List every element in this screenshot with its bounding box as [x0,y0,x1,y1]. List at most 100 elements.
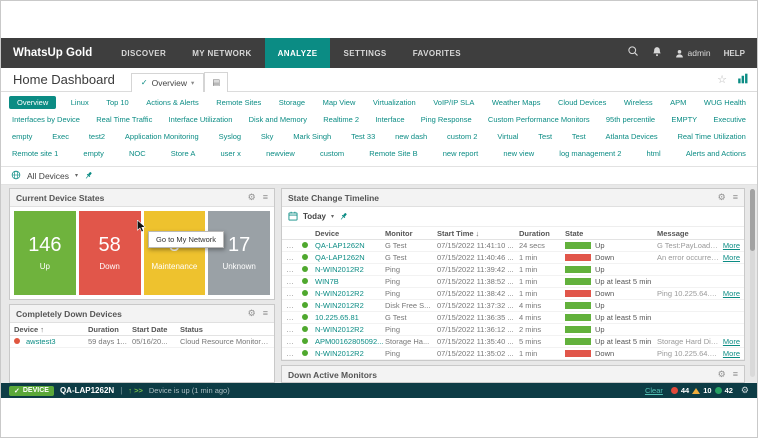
pin-icon[interactable] [84,167,93,185]
timeline-row[interactable]: …N-WIN2012R2Ping07/15/2022 11:39:42 ...1… [282,264,744,276]
timeline-device[interactable]: APM00162805092... [315,337,385,346]
clear-link[interactable]: Clear [645,386,663,395]
timeline-row[interactable]: …QA-LAP1262NG Test07/15/2022 11:40:46 ..… [282,252,744,264]
view-link-noc[interactable]: NOC [126,147,149,160]
view-link-sky[interactable]: Sky [258,130,277,143]
view-link-realtime-2[interactable]: Realtime 2 [320,113,362,126]
panel-menu-icon[interactable]: ≡ [733,370,738,379]
view-link-html[interactable]: html [644,147,664,160]
tab-overview[interactable]: ✓ Overview ▾ [131,73,204,92]
nav-item-favorites[interactable]: FAVORITES [400,38,474,68]
device-badge[interactable]: ✓ DEVICE [9,386,54,396]
view-link-remote-site-1[interactable]: Remote site 1 [9,147,61,160]
view-link-overview[interactable]: Overview [9,96,56,109]
view-link-interface-utilization[interactable]: Interface Utilization [166,113,236,126]
view-link-new-dash[interactable]: new dash [392,130,430,143]
down-device-row[interactable]: awstest359 days 1...05/16/20...Cloud Res… [10,336,274,348]
view-link-wireless[interactable]: Wireless [621,96,656,109]
view-link-remote-site-b[interactable]: Remote Site B [366,147,420,160]
timeline-row[interactable]: …N-WIN2012R2Disk Free S...07/15/2022 11:… [282,300,744,312]
view-link-mark-singh[interactable]: Mark Singh [290,130,334,143]
row-menu-icon[interactable]: … [286,265,302,274]
tile-maintenance[interactable]: 5Maintenance [144,211,206,295]
view-link-custom-2[interactable]: custom 2 [444,130,480,143]
gear-icon[interactable]: ⚙ [718,193,726,202]
more-link[interactable]: More [723,241,740,250]
view-link-atlanta-devices[interactable]: Atlanta Devices [603,130,661,143]
panel-menu-icon[interactable]: ≡ [263,309,268,318]
column-duration[interactable]: Duration [88,325,132,334]
device-group-selector[interactable]: All Devices [27,171,69,181]
view-link-95th-percentile[interactable]: 95th percentile [603,113,658,126]
timeline-device[interactable]: N-WIN2012R2 [315,265,385,274]
row-menu-icon[interactable]: … [286,349,302,358]
settings-gear-icon[interactable]: ⚙ [741,385,749,396]
nav-item-analyze[interactable]: ANALYZE [265,38,331,68]
view-link-newview[interactable]: newview [263,147,298,160]
view-link-ping-response[interactable]: Ping Response [418,113,475,126]
vertical-scrollbar[interactable] [750,189,755,377]
row-menu-icon[interactable]: … [286,253,302,262]
view-link-weather-maps[interactable]: Weather Maps [489,96,544,109]
tile-up[interactable]: 146Up [14,211,76,295]
timeline-device[interactable]: N-WIN2012R2 [315,301,385,310]
view-link-new-view[interactable]: new view [500,147,537,160]
view-link-exec[interactable]: Exec [49,130,72,143]
row-menu-icon[interactable]: … [286,301,302,310]
search-icon[interactable] [627,44,639,62]
timeline-device[interactable]: QA-LAP1262N [315,253,385,262]
date-filter-dropdown[interactable]: Today [303,212,326,221]
view-link-empty[interactable]: empty [9,130,35,143]
gear-icon[interactable]: ⚙ [718,370,726,379]
column-monitor[interactable]: Monitor [385,229,437,238]
column-duration[interactable]: Duration [519,229,565,238]
column-device[interactable]: Device [315,229,385,238]
view-link-executive[interactable]: Executive [710,113,749,126]
row-menu-icon[interactable]: … [286,313,302,322]
more-link[interactable]: More [723,289,740,298]
view-link-empty[interactable]: EMPTY [668,113,700,126]
nav-item-settings[interactable]: SETTINGS [330,38,399,68]
column-status[interactable]: Status [180,325,270,334]
view-link-top-10[interactable]: Top 10 [103,96,132,109]
view-link-test2[interactable]: test2 [86,130,108,143]
row-menu-icon[interactable]: … [286,289,302,298]
down-device-name[interactable]: awstest3 [26,337,88,346]
timeline-row[interactable]: …N-WIN2012R2Ping07/15/2022 11:38:42 ...1… [282,288,744,300]
statusbar-device-name[interactable]: QA-LAP1262N [60,386,114,395]
view-link-wug-health[interactable]: WUG Health [701,96,749,109]
tab-dashboard-options[interactable]: ▤ [204,72,228,92]
timeline-device[interactable]: WIN7B [315,277,385,286]
column-device[interactable]: Device↑ [14,325,88,334]
row-menu-icon[interactable]: … [286,337,302,346]
bell-icon[interactable] [652,44,662,62]
user-menu[interactable]: admin [675,48,711,58]
nav-item-discover[interactable]: DISCOVER [108,38,179,68]
view-link-real-time-utilization[interactable]: Real Time Utilization [674,130,748,143]
view-link-interface[interactable]: Interface [372,113,407,126]
column-state[interactable]: State [565,229,657,238]
view-link-virtual[interactable]: Virtual [494,130,521,143]
timeline-row[interactable]: …10.225.65.81G Test07/15/2022 11:36:35 .… [282,312,744,324]
row-menu-icon[interactable]: … [286,325,302,334]
view-link-virtualization[interactable]: Virtualization [370,96,419,109]
view-link-voip-ip-sla[interactable]: VoIP/IP SLA [430,96,477,109]
report-chart-icon[interactable] [737,71,749,89]
timeline-device[interactable]: 10.225.65.81 [315,313,385,322]
more-link[interactable]: More [723,337,740,346]
timeline-row[interactable]: …WIN7BPing07/15/2022 11:38:52 ...1 minUp… [282,276,744,288]
gear-icon[interactable]: ⚙ [248,193,256,202]
gear-icon[interactable]: ⚙ [248,309,256,318]
view-link-interfaces-by-device[interactable]: Interfaces by Device [9,113,83,126]
view-link-test[interactable]: Test [569,130,589,143]
timeline-device[interactable]: N-WIN2012R2 [315,349,385,358]
view-link-new-report[interactable]: new report [440,147,481,160]
timeline-row[interactable]: …N-WIN2012R2Ping07/15/2022 11:36:12 ...2… [282,324,744,336]
view-link-actions-alerts[interactable]: Actions & Alerts [143,96,202,109]
nav-item-my-network[interactable]: MY NETWORK [179,38,264,68]
view-link-alerts-and-actions[interactable]: Alerts and Actions [683,147,749,160]
view-link-custom[interactable]: custom [317,147,347,160]
view-link-test-33[interactable]: Test 33 [348,130,378,143]
timeline-row[interactable]: …N-WIN2012R2Ping07/15/2022 11:35:02 ...1… [282,348,744,360]
view-link-syslog[interactable]: Syslog [216,130,245,143]
